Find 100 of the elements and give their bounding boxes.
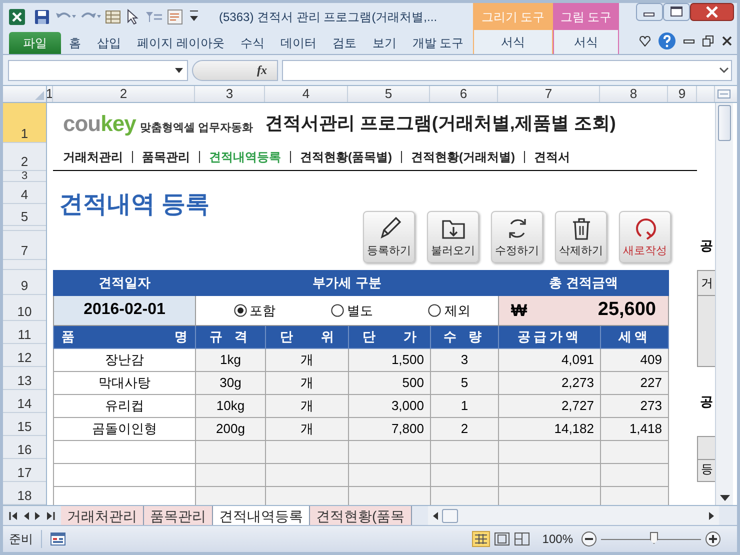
row-header[interactable]: 9 <box>3 270 46 295</box>
row-header[interactable]: 15 <box>3 413 46 436</box>
column-header[interactable]: 5 <box>348 86 430 102</box>
row-header[interactable]: 1 <box>3 103 46 143</box>
nav-link[interactable]: 품목관리 <box>142 148 190 166</box>
radio-option[interactable]: 포함 <box>234 300 276 320</box>
ribbon-tab[interactable]: 데이터 <box>272 32 324 54</box>
cursor-icon[interactable] <box>126 8 140 24</box>
previous-sheet-icon[interactable] <box>23 512 29 520</box>
ribbon-tab[interactable]: 서식 <box>473 30 553 54</box>
scroll-down-icon[interactable] <box>720 495 730 501</box>
column-header[interactable]: 6 <box>430 86 498 102</box>
scroll-right-icon[interactable] <box>709 512 715 520</box>
first-sheet-icon[interactable] <box>9 512 17 520</box>
radio-option[interactable]: 제외 <box>428 300 470 320</box>
row-header[interactable]: 12 <box>3 344 46 367</box>
sheet-tab[interactable]: 견적현황(품목 <box>310 506 412 525</box>
form-icon[interactable] <box>167 8 183 24</box>
table-cell: 막대사탕 <box>54 371 196 394</box>
horizontal-scrollbar[interactable] <box>428 506 719 525</box>
table-cell <box>430 486 498 505</box>
row-header[interactable]: 7 <box>3 231 46 260</box>
page-layout-icon[interactable] <box>494 532 510 546</box>
ribbon-tab[interactable]: 삽입 <box>89 32 129 54</box>
table-cell <box>600 463 668 486</box>
minimize-button[interactable] <box>636 3 663 21</box>
column-header[interactable]: 8 <box>600 86 668 102</box>
table-icon[interactable] <box>105 10 121 24</box>
ribbon-tab[interactable]: 개발 도구 <box>404 32 472 54</box>
ribbon-tab[interactable]: 서식 <box>553 30 619 54</box>
normal-view-icon[interactable] <box>472 531 490 547</box>
excel-icon[interactable] <box>8 8 26 26</box>
row-header[interactable]: 17 <box>3 459 46 482</box>
action-button[interactable]: 등록하기 <box>363 211 415 263</box>
restore-icon[interactable] <box>702 35 714 47</box>
zoom-out-icon[interactable] <box>581 531 597 547</box>
action-button[interactable]: 새로작성 <box>619 211 671 263</box>
ribbon-tab[interactable]: 보기 <box>364 32 404 54</box>
row-header[interactable]: 16 <box>3 436 46 459</box>
scroll-thumb[interactable] <box>718 105 731 141</box>
ribbon-tab[interactable]: 수식 <box>232 32 272 54</box>
save-icon[interactable] <box>34 8 50 24</box>
scroll-left-icon[interactable] <box>432 512 438 520</box>
customize-icon[interactable] <box>189 10 199 24</box>
macro-record-icon[interactable] <box>50 532 66 546</box>
nav-link[interactable]: 견적현황(품목별) <box>300 148 392 166</box>
table-cell: 14,182 <box>498 417 600 440</box>
table-cell: 개 <box>266 348 348 371</box>
contextual-tab-group: 그리기 도구 <box>473 3 553 30</box>
column-header: 품 명 <box>54 325 196 348</box>
row-header[interactable]: 5 <box>3 204 46 226</box>
ribbon-tab[interactable]: 검토 <box>324 32 364 54</box>
scroll-thumb[interactable] <box>442 508 458 522</box>
close-button[interactable] <box>690 3 734 21</box>
slider-thumb[interactable] <box>650 532 658 544</box>
radio-option[interactable]: 별도 <box>330 300 373 320</box>
help-icon[interactable] <box>658 32 676 50</box>
action-button[interactable]: 불러오기 <box>427 211 479 263</box>
row-header[interactable]: 3 <box>3 171 46 182</box>
table-header: 견적일자 <box>54 270 196 296</box>
radio-button[interactable] <box>234 304 247 317</box>
radio-button[interactable] <box>330 304 344 317</box>
file-tab[interactable]: 파일 <box>9 32 61 54</box>
insert-function-button[interactable]: fx <box>192 60 278 80</box>
vertical-scrollbar[interactable] <box>715 103 733 505</box>
close-icon[interactable] <box>721 35 733 47</box>
table-cell <box>430 463 498 486</box>
sheet-tab[interactable]: 견적내역등록 <box>213 506 310 525</box>
nav-link[interactable]: 거래처관리 <box>63 148 123 166</box>
section-label: 공 <box>699 392 714 411</box>
date-cell: 2016-02-01 <box>54 296 196 325</box>
last-sheet-icon[interactable] <box>47 512 55 520</box>
column-header[interactable]: 9 <box>668 86 697 102</box>
sheet-tab[interactable]: 거래처관리 <box>61 506 144 525</box>
maximize-button[interactable] <box>663 3 690 21</box>
page-break-icon[interactable] <box>514 532 530 546</box>
dropdown-icon[interactable] <box>175 68 183 72</box>
expand-icon[interactable] <box>719 66 729 74</box>
radio-button[interactable] <box>428 304 442 317</box>
column-header[interactable]: 2 <box>53 86 195 102</box>
zoom-in-icon[interactable] <box>705 531 721 547</box>
row-header[interactable]: 10 <box>3 295 46 321</box>
next-sheet-icon[interactable] <box>35 512 41 520</box>
heart-icon[interactable] <box>639 35 651 47</box>
column-header[interactable]: 7 <box>498 86 600 102</box>
nav-link[interactable]: 견적현황(거래처별) <box>411 148 515 166</box>
sheet-tab[interactable]: 품목관리 <box>144 506 213 525</box>
formula-input[interactable] <box>282 60 732 80</box>
ribbon-tab[interactable]: 페이지 레이아웃 <box>129 32 232 54</box>
row-header[interactable]: 14 <box>3 390 46 413</box>
nav-link[interactable]: 견적서 <box>534 148 570 166</box>
action-button[interactable]: 수정하기 <box>491 211 543 263</box>
action-button[interactable]: 삭제하기 <box>555 211 607 263</box>
ribbon-tab[interactable]: 홈 <box>61 32 89 54</box>
row-header[interactable]: 2 <box>3 143 46 171</box>
row-header[interactable]: 4 <box>3 182 46 204</box>
column-header[interactable]: 4 <box>265 86 348 102</box>
row-header[interactable]: 11 <box>3 321 46 344</box>
column-header[interactable]: 3 <box>195 86 265 102</box>
row-header[interactable]: 13 <box>3 367 46 390</box>
